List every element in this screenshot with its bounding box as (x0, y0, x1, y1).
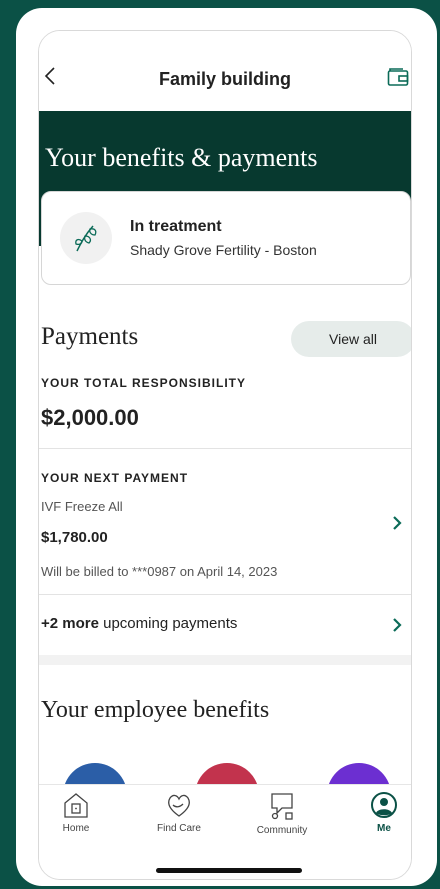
employee-benefits-heading: Your employee benefits (41, 697, 270, 723)
tab-home[interactable]: Home (39, 791, 116, 843)
section-divider (39, 655, 411, 665)
more-payments-count: +2 more (41, 615, 99, 632)
wallet-button[interactable] (387, 67, 409, 87)
payments-heading: Payments (41, 323, 139, 350)
profile-icon (371, 792, 397, 818)
next-payment-row[interactable]: YOUR NEXT PAYMENT IVF Freeze All $1,780.… (39, 449, 411, 594)
chevron-right-icon (393, 516, 402, 530)
home-indicator (156, 868, 302, 873)
app-screen: Family building Your benefits & payments (38, 30, 412, 880)
more-payments-row[interactable]: +2 more upcoming payments (39, 595, 411, 655)
tab-me[interactable]: Me (344, 791, 411, 843)
hero-title: Your benefits & payments (45, 143, 318, 172)
next-payment-name: IVF Freeze All (41, 499, 123, 514)
view-all-button[interactable]: View all (291, 321, 411, 357)
community-icon (271, 793, 293, 820)
next-payment-amount: $1,780.00 (41, 529, 108, 546)
device-frame: Family building Your benefits & payments (16, 8, 437, 886)
tab-find-care[interactable]: Find Care (139, 791, 219, 843)
chevron-right-icon (393, 618, 402, 632)
treatment-icon-circle (60, 212, 112, 264)
home-icon (64, 793, 88, 818)
tab-find-care-label: Find Care (157, 823, 201, 834)
find-care-icon (168, 794, 190, 817)
top-bar: Family building (39, 31, 411, 111)
wallet-icon (387, 68, 409, 86)
page-title: Family building (158, 69, 291, 89)
tab-community-label: Community (256, 825, 308, 836)
treatment-clinic: Shady Grove Fertility - Boston (130, 242, 317, 258)
leaf-icon (75, 225, 97, 252)
next-payment-label: YOUR NEXT PAYMENT (41, 471, 189, 485)
next-payment-billed: Will be billed to ***0987 on April 14, 2… (41, 564, 278, 579)
tab-home-label: Home (62, 823, 90, 834)
total-responsibility-amount: $2,000.00 (41, 405, 139, 430)
more-payments-label: upcoming payments (98, 615, 238, 632)
total-responsibility-label: YOUR TOTAL RESPONSIBILITY (41, 376, 247, 390)
tab-me-label: Me (377, 823, 391, 834)
tab-community[interactable]: Community (242, 791, 322, 843)
treatment-status: In treatment (130, 218, 222, 235)
bottom-tab-bar: Home Find Care Community Me (39, 784, 411, 879)
treatment-card[interactable]: In treatment Shady Grove Fertility - Bos… (41, 191, 411, 285)
more-payments-text: +2 more upcoming payments (41, 615, 237, 632)
